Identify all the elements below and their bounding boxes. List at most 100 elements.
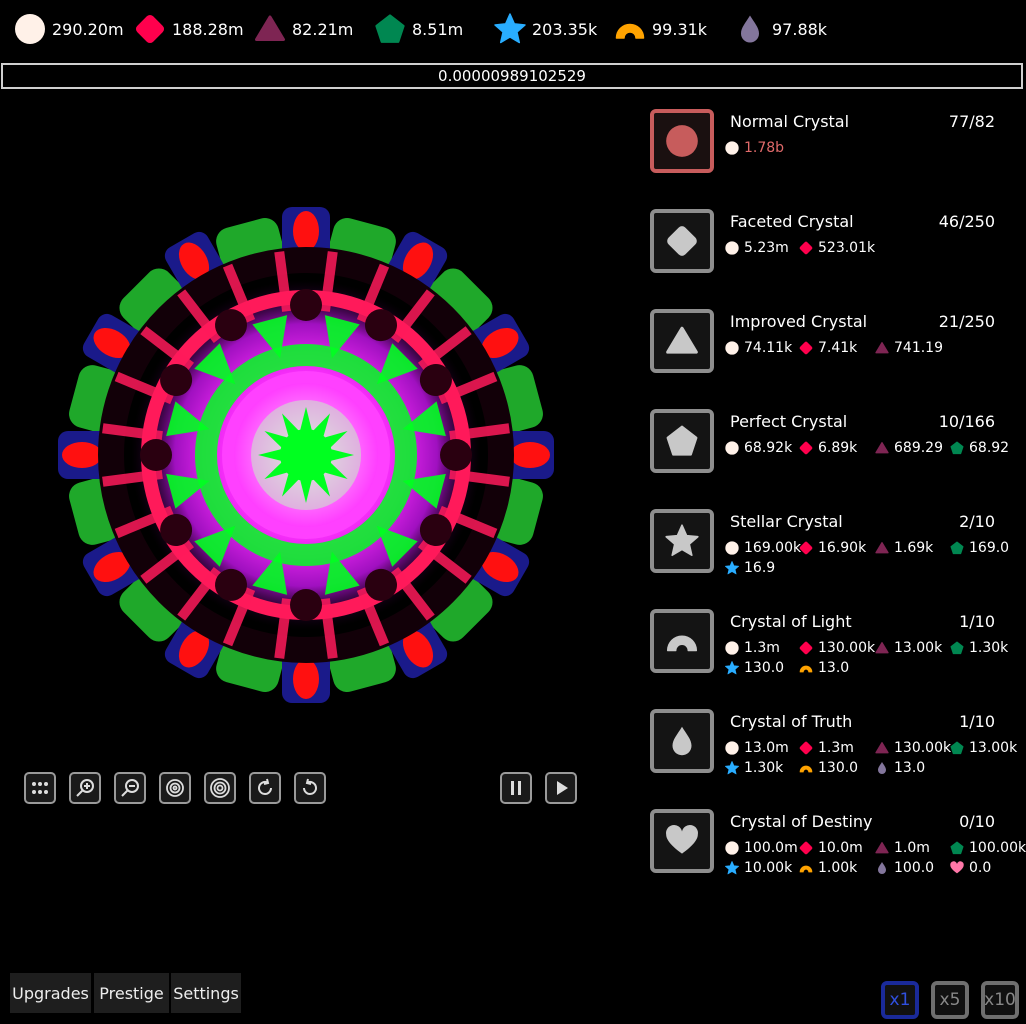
kaleidoscope-canvas[interactable] <box>56 205 556 705</box>
cost-triangle: 689.29 <box>874 438 943 458</box>
grid-icon <box>32 782 48 794</box>
star-icon <box>725 661 739 675</box>
resource-star: 203.35k <box>492 10 597 48</box>
resource-drop-value: 97.88k <box>772 19 828 39</box>
kaleido-red-petal <box>510 442 550 468</box>
buy-improved-crystal-button[interactable] <box>650 309 714 373</box>
cost-value: 100.00k <box>969 840 1026 856</box>
crystal-count: 77/82 <box>948 112 995 131</box>
cost-value: 741.19 <box>894 340 943 356</box>
buy-stellar-crystal-button[interactable] <box>650 509 714 573</box>
crystal-name: Faceted Crystal <box>730 212 854 231</box>
triangle-icon <box>875 842 889 854</box>
kaleido-dark-dot <box>140 439 172 471</box>
cost-diamond: 1.3m <box>798 738 854 758</box>
zoom-in-icon <box>76 779 94 797</box>
play-button[interactable] <box>545 772 577 804</box>
rotate-left-button[interactable] <box>294 772 326 804</box>
multiplier-x1-button[interactable]: x1 <box>881 981 919 1019</box>
resource-pentagon: 8.51m <box>372 10 463 48</box>
drop-icon <box>878 762 886 774</box>
multiplier-x5-button[interactable]: x5 <box>931 981 969 1019</box>
circle-icon <box>725 741 739 755</box>
cost-value: 1.3m <box>744 640 780 656</box>
circle-icon <box>725 341 739 355</box>
cost-star: 10.00k <box>724 858 792 878</box>
crystal-row-faceted-crystal: Faceted Crystal 46/250 5.23m 523.01k <box>649 209 1026 299</box>
zoom-out-icon <box>121 779 139 797</box>
cost-value: 10.00k <box>744 860 793 876</box>
cost-triangle: 13.00k <box>874 638 942 658</box>
rotate-right-button[interactable] <box>249 772 281 804</box>
triangle-icon <box>875 542 889 554</box>
crystal-row-normal-crystal: Normal Crystal 77/82 1.78b <box>649 109 1026 199</box>
buy-normal-crystal-button[interactable] <box>650 109 714 173</box>
drop-icon <box>878 862 886 874</box>
circle-icon <box>725 541 739 555</box>
pentagon-icon <box>950 841 964 855</box>
cost-circle: 68.92k <box>724 438 792 458</box>
cost-diamond: 130.00k <box>798 638 875 658</box>
cost-circle: 5.23m <box>724 238 789 258</box>
cost-value: 5.23m <box>744 240 789 256</box>
rotate-right-icon <box>258 778 272 795</box>
diamond-icon <box>799 441 813 455</box>
cost-star: 16.9 <box>724 558 775 578</box>
resource-diamond-value: 188.28m <box>172 19 244 39</box>
cost-value: 130.00k <box>818 640 876 656</box>
cost-value: 13.00k <box>894 640 943 656</box>
prestige-button[interactable]: Prestige <box>94 973 169 1013</box>
circle-icon <box>725 241 739 255</box>
zoom-in-button[interactable] <box>69 772 101 804</box>
cost-value: 689.29 <box>894 440 943 456</box>
crystal-name: Improved Crystal <box>730 312 868 331</box>
star-icon <box>725 861 739 875</box>
cost-diamond: 16.90k <box>798 538 866 558</box>
buy-crystal-of-truth-button[interactable] <box>650 709 714 773</box>
cost-pentagon: 68.92 <box>949 438 1009 458</box>
arc-icon <box>615 23 645 39</box>
circle-icon <box>15 14 45 44</box>
heart-icon <box>666 825 698 854</box>
star-icon <box>665 524 699 557</box>
buy-faceted-crystal-button[interactable] <box>650 209 714 273</box>
multiplier-x10-button[interactable]: x10 <box>981 981 1019 1019</box>
diamond-icon <box>135 14 165 44</box>
resource-star-value: 203.35k <box>532 19 598 39</box>
circle-icon <box>725 441 739 455</box>
cost-circle: 100.0m <box>724 838 798 858</box>
cost-value: 13.0 <box>894 760 926 776</box>
circle-icon <box>725 841 739 855</box>
buy-crystal-of-destiny-button[interactable] <box>650 809 714 873</box>
upgrades-button[interactable]: Upgrades <box>10 973 91 1013</box>
buy-perfect-crystal-button[interactable] <box>650 409 714 473</box>
cost-star: 1.30k <box>724 758 783 778</box>
crystal-count: 10/166 <box>938 412 995 431</box>
spiral-in-button[interactable] <box>159 772 191 804</box>
cost-value: 0.0 <box>969 860 992 876</box>
spiral-out-button[interactable] <box>204 772 236 804</box>
settings-button[interactable]: Settings <box>171 973 241 1013</box>
cost-circle: 169.00k <box>724 538 801 558</box>
crystal-name: Crystal of Light <box>730 612 852 631</box>
grid-button[interactable] <box>24 772 56 804</box>
cost-drop: 13.0 <box>874 758 925 778</box>
triangle-icon <box>875 342 889 354</box>
cost-arc: 13.0 <box>798 658 849 678</box>
cost-value: 130.0 <box>818 760 859 776</box>
buy-crystal-of-light-button[interactable] <box>650 609 714 673</box>
star-icon <box>725 561 739 575</box>
cost-value: 169.00k <box>744 540 802 556</box>
cost-star: 130.0 <box>724 658 784 678</box>
cost-circle: 13.0m <box>724 738 789 758</box>
kaleido-dark-dot <box>290 589 322 621</box>
zoom-out-button[interactable] <box>114 772 146 804</box>
cost-diamond: 10.0m <box>798 838 863 858</box>
pause-button[interactable] <box>500 772 532 804</box>
crystal-row-crystal-of-truth: Crystal of Truth 1/10 13.0m 1.3m 130.00k… <box>649 709 1026 799</box>
kaleido-red-petal <box>293 211 319 251</box>
pentagon-icon <box>950 541 964 555</box>
pentagon-icon <box>950 641 964 655</box>
crystal-count: 21/250 <box>938 312 995 331</box>
crystal-name: Stellar Crystal <box>730 512 843 531</box>
